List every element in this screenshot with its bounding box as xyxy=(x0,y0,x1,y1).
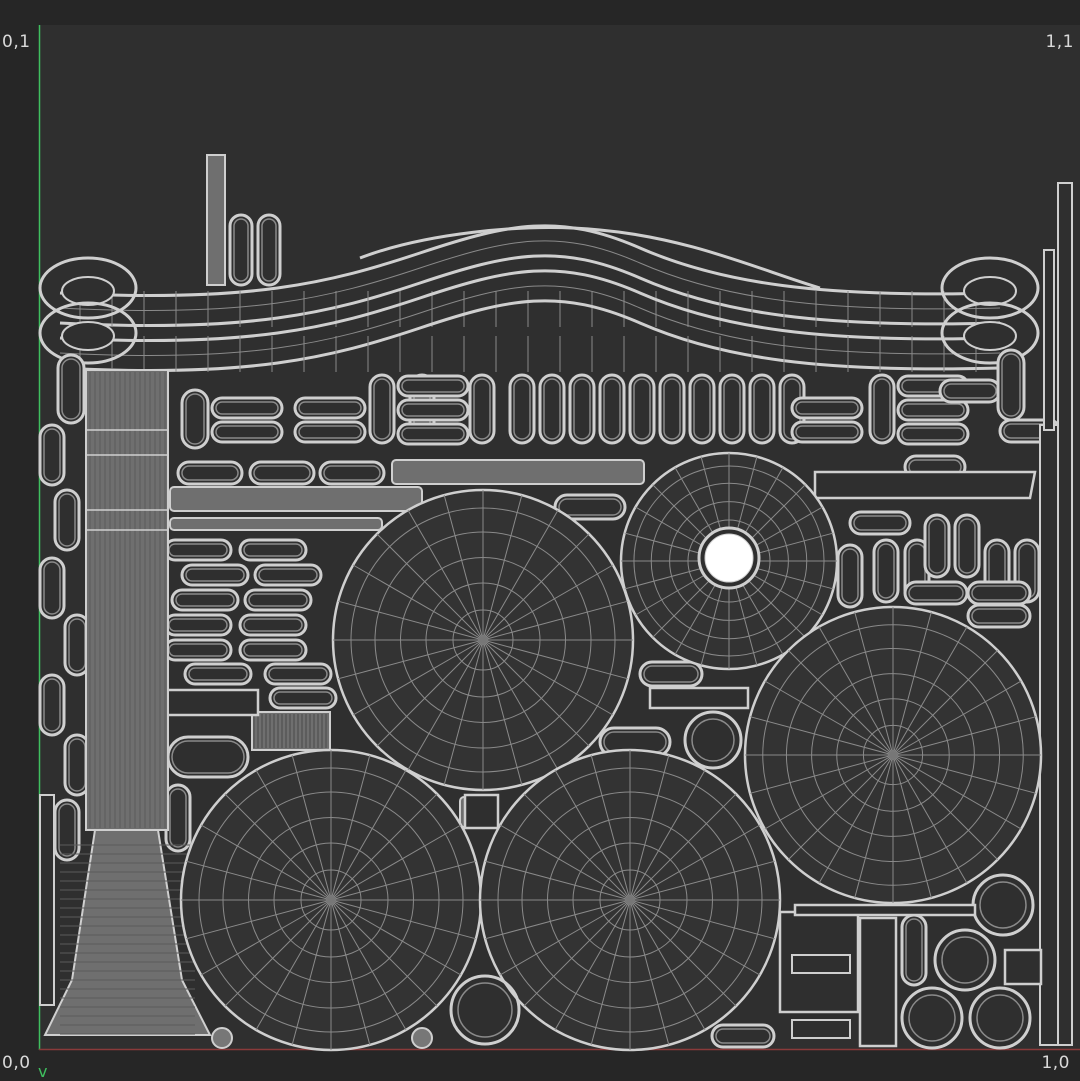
disk-hole-inner xyxy=(704,533,754,583)
pill-shell xyxy=(180,563,250,587)
strip-left xyxy=(39,794,55,1006)
small-dot xyxy=(411,1027,433,1049)
tapered-bar xyxy=(163,688,260,717)
tapered-bar xyxy=(813,470,1037,500)
uv-editor-viewport[interactable]: 0,1 1,1 0,0 1,0 v xyxy=(0,0,1080,1080)
ring-inner xyxy=(976,994,1024,1042)
pill-shell xyxy=(163,613,233,637)
pill-horizontal xyxy=(396,398,470,422)
disk-mid-center xyxy=(331,488,635,792)
pill-shell xyxy=(163,638,233,662)
ring-outer xyxy=(933,928,997,992)
ring-outer xyxy=(968,986,1032,1050)
disk-center xyxy=(626,896,634,904)
pill-shell xyxy=(170,588,240,612)
ring-inner xyxy=(691,718,735,762)
pill-horizontal xyxy=(790,396,864,420)
ring-inner xyxy=(979,881,1027,929)
pill-shell xyxy=(183,662,253,686)
strip-right xyxy=(1039,424,1059,1046)
pill-horizontal xyxy=(293,396,367,420)
pill-horizontal xyxy=(790,420,864,444)
bar-shell xyxy=(169,486,423,512)
disk-bottom-center xyxy=(478,748,782,1052)
rail-scroll-right-inner xyxy=(963,276,1017,306)
disk-right xyxy=(743,605,1043,905)
strip-right-short xyxy=(1043,249,1055,431)
pill-horizontal xyxy=(210,396,284,420)
disk-center xyxy=(479,636,487,644)
ring-inner xyxy=(941,936,989,984)
ring-outer xyxy=(971,873,1035,937)
pill-horizontal xyxy=(396,374,470,398)
v-axis-label: v xyxy=(38,1062,48,1081)
ring-outer xyxy=(683,710,743,770)
box-inner xyxy=(791,1019,851,1039)
top-rails-shells[interactable] xyxy=(38,224,1040,373)
disk-center xyxy=(889,751,897,759)
rail-edge-top xyxy=(59,224,1001,298)
pill-shell xyxy=(268,686,338,710)
column-shaft xyxy=(85,369,169,831)
bar-shell xyxy=(391,459,645,485)
ring-inner xyxy=(457,982,513,1038)
ring-outer xyxy=(900,986,964,1050)
pill-shell xyxy=(238,538,308,562)
box-shell xyxy=(1003,948,1043,986)
ring-inner xyxy=(908,994,956,1042)
pill-shell xyxy=(163,538,233,562)
pill-horizontal xyxy=(293,420,367,444)
pill-shell xyxy=(243,588,313,612)
box-inner xyxy=(791,954,851,974)
disk-center xyxy=(327,896,335,904)
pill-shell xyxy=(253,563,323,587)
rail-scroll-left-inner xyxy=(61,321,115,351)
box-shell xyxy=(858,916,898,1048)
ring-outer xyxy=(449,974,521,1046)
uv-canvas[interactable] xyxy=(0,0,1080,1080)
box-shell xyxy=(793,903,977,917)
pill-shell xyxy=(238,613,308,637)
rail-edge-top xyxy=(59,269,1001,343)
pill-horizontal xyxy=(896,422,970,446)
small-dot xyxy=(211,1027,233,1049)
strip-right-long xyxy=(1057,182,1073,1046)
pill-shell xyxy=(263,662,333,686)
corner-label-top-right: 1,1 xyxy=(1045,32,1074,52)
rail-scroll-right-inner xyxy=(963,321,1017,351)
square-shell xyxy=(463,793,500,830)
strip-vertical xyxy=(206,154,226,286)
corner-label-top-left: 0,1 xyxy=(2,32,31,52)
corner-label-bottom-right: 1,0 xyxy=(1041,1053,1070,1073)
top-rail-upper xyxy=(38,224,1040,328)
rail-scroll-left-inner xyxy=(61,276,115,306)
bar-shell xyxy=(169,517,383,531)
tapered-bar xyxy=(648,686,750,710)
corner-label-bottom-left: 0,0 xyxy=(2,1053,31,1073)
disk-bottom-left xyxy=(179,748,483,1052)
pill-horizontal xyxy=(210,420,284,444)
pill-shell xyxy=(238,638,308,662)
pill-horizontal xyxy=(396,422,470,446)
top-rail-lower xyxy=(38,269,1040,373)
